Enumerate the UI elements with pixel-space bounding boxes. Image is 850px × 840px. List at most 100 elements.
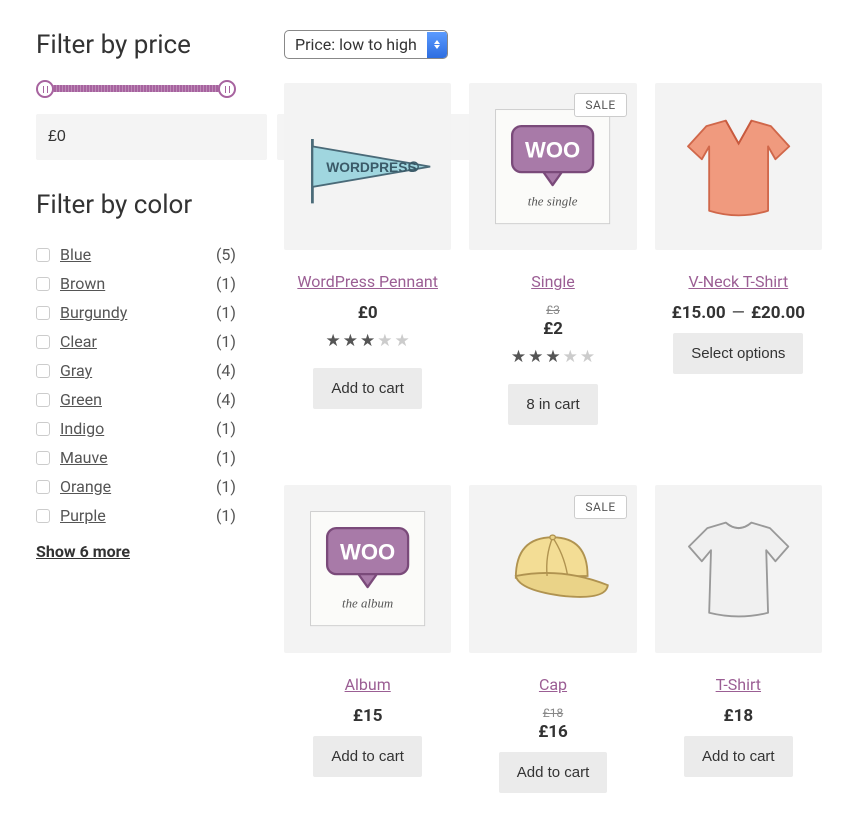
color-label[interactable]: Burgundy <box>60 303 216 322</box>
color-count: (4) <box>216 390 236 409</box>
product-rating: ★★★★★ <box>326 333 410 350</box>
color-filter-item: Green (4) <box>36 385 236 414</box>
color-count: (1) <box>216 506 236 525</box>
color-count: (1) <box>216 303 236 322</box>
product-old-price: £18 <box>538 706 568 720</box>
product-image[interactable] <box>655 485 822 652</box>
product-action-button[interactable]: Select options <box>673 333 803 374</box>
color-count: (1) <box>216 419 236 438</box>
svg-text:WOO: WOO <box>525 137 580 162</box>
color-count: (4) <box>216 361 236 380</box>
star-icon: ★ <box>528 349 543 366</box>
product-title[interactable]: T-Shirt <box>716 675 761 694</box>
color-label[interactable]: Gray <box>60 361 216 380</box>
color-filter-item: Clear (1) <box>36 327 236 356</box>
color-label[interactable]: Purple <box>60 506 216 525</box>
product-title[interactable]: Album <box>345 675 391 694</box>
color-checkbox[interactable] <box>36 277 50 291</box>
select-arrows-icon <box>427 32 447 58</box>
price-slider[interactable] <box>36 80 236 96</box>
product-price: £15.00—£20.00 <box>672 303 805 323</box>
star-icon: ★ <box>343 333 358 350</box>
product-price: £3£2 <box>543 303 563 339</box>
color-checkbox[interactable] <box>36 248 50 262</box>
color-label[interactable]: Indigo <box>60 419 216 438</box>
color-label[interactable]: Clear <box>60 332 216 351</box>
product-price: £18 <box>724 706 754 726</box>
color-checkbox[interactable] <box>36 306 50 320</box>
product-image[interactable]: SALE WOOthe single <box>469 83 636 250</box>
product-card: WOO the album Album £15 Add to cart <box>284 485 451 792</box>
filter-price-title: Filter by price <box>36 30 236 60</box>
product-action-button[interactable]: Add to cart <box>684 736 793 777</box>
product-image[interactable]: WOO the album <box>284 485 451 652</box>
star-icon: ★ <box>360 333 375 350</box>
product-price: £0 <box>358 303 378 323</box>
product-title[interactable]: WordPress Pennant <box>297 272 438 291</box>
product-card: SALE WOOthe single Single £3£2 ★★★★★ 8 i… <box>469 83 636 425</box>
product-rating: ★★★★★ <box>511 349 595 366</box>
star-icon: ★ <box>580 349 595 366</box>
star-icon: ★ <box>395 333 410 350</box>
product-price: £18£16 <box>538 706 568 742</box>
svg-text:the album: the album <box>342 597 393 611</box>
product-title[interactable]: Cap <box>539 675 567 694</box>
color-checkbox[interactable] <box>36 422 50 436</box>
product-action-button[interactable]: Add to cart <box>499 752 608 793</box>
color-checkbox[interactable] <box>36 335 50 349</box>
color-count: (1) <box>216 448 236 467</box>
sidebar: Filter by price Filter by color Blue (5)… <box>36 30 236 793</box>
color-filter-item: Brown (1) <box>36 269 236 298</box>
color-checkbox[interactable] <box>36 451 50 465</box>
product-action-button[interactable]: 8 in cart <box>508 384 597 425</box>
product-card: T-Shirt £18 Add to cart <box>655 485 822 792</box>
star-icon: ★ <box>326 333 341 350</box>
color-checkbox[interactable] <box>36 509 50 523</box>
slider-handle-max[interactable] <box>218 80 236 98</box>
slider-handle-min[interactable] <box>36 80 54 98</box>
svg-text:WOO: WOO <box>340 540 395 565</box>
product-action-button[interactable]: Add to cart <box>313 368 422 409</box>
color-filter-item: Purple (1) <box>36 501 236 530</box>
color-label[interactable]: Mauve <box>60 448 216 467</box>
show-more-link[interactable]: Show 6 more <box>36 542 130 561</box>
color-count: (5) <box>216 245 236 264</box>
color-checkbox[interactable] <box>36 480 50 494</box>
color-label[interactable]: Orange <box>60 477 216 496</box>
product-image[interactable] <box>655 83 822 250</box>
slider-track <box>44 85 228 92</box>
product-grid: WORDPRESS WordPress Pennant £0 ★★★★★ Add… <box>284 83 822 793</box>
color-filter-item: Orange (1) <box>36 472 236 501</box>
product-image[interactable]: WORDPRESS <box>284 83 451 250</box>
product-card: SALE Cap £18£16 Add to cart <box>469 485 636 792</box>
star-icon: ★ <box>377 333 392 350</box>
star-icon: ★ <box>511 349 526 366</box>
svg-text:WORDPRESS: WORDPRESS <box>326 160 416 175</box>
star-icon: ★ <box>563 349 578 366</box>
sort-select[interactable]: Price: low to high <box>284 30 448 59</box>
product-title[interactable]: Single <box>531 272 575 291</box>
product-old-price: £3 <box>543 303 563 317</box>
color-label[interactable]: Green <box>60 390 216 409</box>
color-filter-item: Indigo (1) <box>36 414 236 443</box>
color-filter-item: Burgundy (1) <box>36 298 236 327</box>
color-label[interactable]: Brown <box>60 274 216 293</box>
color-filter-item: Blue (5) <box>36 240 236 269</box>
color-count: (1) <box>216 477 236 496</box>
product-action-button[interactable]: Add to cart <box>313 736 422 777</box>
product-card: V-Neck T-Shirt £15.00—£20.00 Select opti… <box>655 83 822 425</box>
product-image[interactable]: SALE <box>469 485 636 652</box>
color-label[interactable]: Blue <box>60 245 216 264</box>
color-count: (1) <box>216 274 236 293</box>
star-icon: ★ <box>545 349 560 366</box>
color-checkbox[interactable] <box>36 393 50 407</box>
price-min-input[interactable] <box>36 114 267 160</box>
product-card: WORDPRESS WordPress Pennant £0 ★★★★★ Add… <box>284 83 451 425</box>
product-price: £15 <box>353 706 383 726</box>
filter-color-title: Filter by color <box>36 190 236 220</box>
color-checkbox[interactable] <box>36 364 50 378</box>
color-list: Blue (5) Brown (1) Burgundy (1) Clear (1… <box>36 240 236 530</box>
sale-badge: SALE <box>574 495 626 519</box>
product-title[interactable]: V-Neck T-Shirt <box>688 272 788 291</box>
color-filter-item: Mauve (1) <box>36 443 236 472</box>
